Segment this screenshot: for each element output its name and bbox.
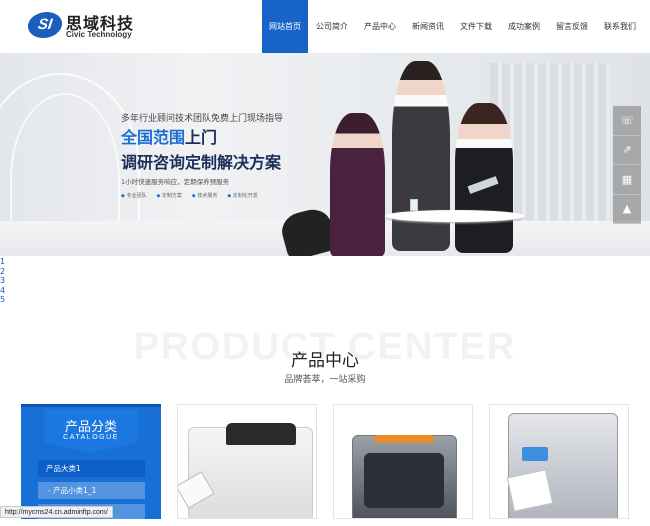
nav-item-feedback[interactable]: 留言反馈 bbox=[548, 0, 596, 53]
share-icon[interactable]: ⇗ bbox=[613, 136, 641, 165]
slide-indicators: 1 2 3 4 5 bbox=[0, 257, 5, 305]
slide-indicator[interactable]: 3 bbox=[0, 276, 5, 286]
product-card[interactable] bbox=[177, 404, 317, 519]
woman-left bbox=[330, 113, 385, 256]
logo-mark: SI bbox=[26, 12, 64, 38]
section-subtitle: 品牌荟萃，一站采购 bbox=[284, 375, 366, 385]
woman-right bbox=[455, 103, 513, 253]
catalogue-subitem[interactable]: - 产品小类1_1 bbox=[38, 482, 145, 499]
woman-standing bbox=[392, 61, 450, 251]
slide-indicator[interactable]: 1 bbox=[0, 257, 5, 267]
logo[interactable]: SI 思域科技 Civic Technology bbox=[26, 10, 138, 44]
banner-headline-1: 全国范围上门 bbox=[121, 124, 217, 148]
catalogue-item[interactable]: 产品大类1 bbox=[38, 460, 145, 477]
site-header: SI 思域科技 Civic Technology 网站首页 公司简介 产品中心 … bbox=[0, 0, 650, 53]
nav-item-about[interactable]: 公司简介 bbox=[308, 0, 356, 53]
side-toolbar: ☏ ⇗ ▦ ▲ bbox=[613, 106, 641, 224]
headset-icon[interactable]: ☏ bbox=[613, 106, 641, 136]
nav-item-downloads[interactable]: 文件下载 bbox=[452, 0, 500, 53]
meeting-table bbox=[385, 210, 525, 222]
slide-indicator[interactable]: 2 bbox=[0, 267, 5, 277]
banner-small-text: 1小时快速服务响应，定期保养预服务 bbox=[121, 178, 230, 186]
nav-item-news[interactable]: 新闻资讯 bbox=[404, 0, 452, 53]
slide-indicator[interactable]: 5 bbox=[0, 295, 5, 305]
rocket-icon[interactable]: ▲ bbox=[613, 195, 641, 224]
qrcode-icon[interactable]: ▦ bbox=[613, 165, 641, 195]
banner-features: 专业团队 定制方案 技术服务 定制化开发 bbox=[121, 192, 258, 199]
section-title: 产品中心 bbox=[291, 351, 359, 371]
main-nav: 网站首页 公司简介 产品中心 新闻资讯 文件下载 成功案例 留言反馈 联系我们 bbox=[262, 0, 644, 53]
banner-headline-2: 调研咨询定制解决方案 bbox=[121, 153, 282, 172]
banner-subtitle: 多年行业顾问技术团队免费上门现场指导 bbox=[121, 114, 284, 124]
catalogue-title-en: CATALOGUE bbox=[63, 434, 119, 441]
headline-light: 全国范围 bbox=[121, 128, 186, 147]
banner-feature: 专业团队 bbox=[121, 192, 146, 199]
status-bar-url: http://mycms24.cn.adminftp.com/ bbox=[0, 506, 113, 518]
product-card[interactable] bbox=[489, 404, 629, 519]
printer-body-dark bbox=[364, 453, 444, 508]
catalogue-title: 产品分类 bbox=[64, 420, 117, 435]
hero-banner[interactable]: 多年行业顾问技术团队免费上门现场指导 全国范围上门 调研咨询定制解决方案 1小时… bbox=[0, 53, 650, 256]
logo-name-en: Civic Technology bbox=[66, 30, 132, 39]
headline-bold: 上门 bbox=[185, 128, 218, 147]
banner-feature: 定制化开发 bbox=[227, 192, 258, 199]
printer-lid bbox=[226, 423, 296, 445]
nav-item-products[interactable]: 产品中心 bbox=[356, 0, 404, 53]
printer-slot bbox=[374, 435, 434, 443]
banner-feature: 定制方案 bbox=[156, 192, 182, 199]
office-chair bbox=[278, 205, 338, 256]
banner-feature: 技术服务 bbox=[192, 192, 217, 199]
nav-item-home[interactable]: 网站首页 bbox=[262, 0, 308, 53]
product-card[interactable] bbox=[333, 404, 473, 519]
glass-icon bbox=[410, 199, 418, 211]
slide-indicator[interactable]: 4 bbox=[0, 286, 5, 296]
nav-item-contact[interactable]: 联系我们 bbox=[596, 0, 644, 53]
nav-item-cases[interactable]: 成功案例 bbox=[500, 0, 548, 53]
printer-display bbox=[522, 447, 548, 461]
